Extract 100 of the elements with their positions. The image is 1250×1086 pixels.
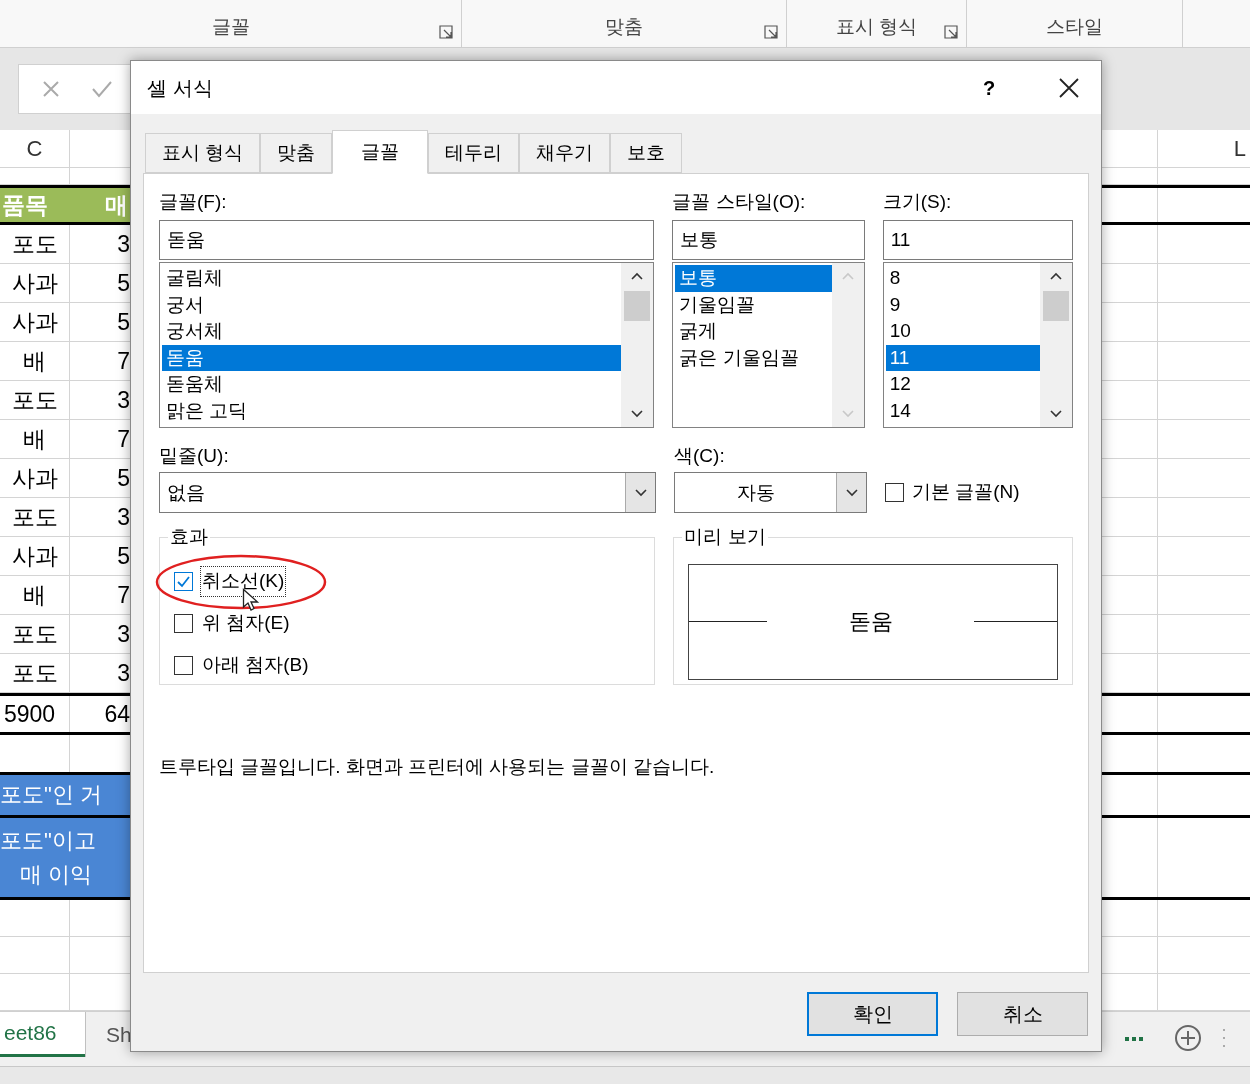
column-header[interactable]: L	[1158, 130, 1250, 167]
list-item[interactable]: 궁서체	[162, 318, 622, 345]
chevron-up-icon[interactable]	[630, 271, 645, 281]
table-cell: 포도	[0, 381, 70, 419]
dialog-button[interactable]: 취소	[957, 992, 1088, 1036]
table-cell: 포도	[0, 615, 70, 653]
table-cell: 배	[0, 420, 70, 458]
list-item[interactable]: 9	[885, 291, 1040, 318]
tab[interactable]: 채우기	[519, 133, 611, 173]
field-label: 크기(S):	[882, 190, 953, 214]
list-item[interactable]: 12	[885, 371, 1040, 398]
ribbon-group-label: 맞춤	[605, 14, 643, 39]
list-item[interactable]: 11	[885, 344, 1040, 371]
dialog-title: 셀 서식	[147, 75, 214, 101]
table-cell: 사과	[0, 537, 70, 575]
sheet-tab[interactable]: eet86	[0, 1012, 85, 1057]
table-cell-text: 3	[116, 385, 130, 415]
text-field[interactable]: 돋움	[159, 220, 655, 260]
chevron-down-icon[interactable]	[844, 487, 859, 498]
note-text: 매 이익	[19, 860, 94, 889]
checkbox[interactable]	[174, 614, 193, 633]
list-item[interactable]: 14	[885, 397, 1040, 424]
table-cell-text: 3	[116, 229, 130, 259]
preview-text: 돋움	[847, 608, 894, 636]
chevron-down-icon[interactable]	[1049, 409, 1063, 419]
dialog-button[interactable]: 확인	[807, 992, 938, 1036]
list-item[interactable]: 굴림체	[162, 265, 622, 292]
table-cell-text: 7	[116, 580, 130, 610]
table-cell-text: 5	[116, 541, 130, 571]
dialog-launcher-icon[interactable]	[439, 25, 453, 39]
total-cell: 5900	[0, 696, 70, 732]
ribbon-group-label: 스타일	[1046, 14, 1103, 39]
tab[interactable]: 보호	[610, 133, 683, 173]
more-icon[interactable]	[1124, 1036, 1144, 1042]
ribbon-group-label: 글꼴	[211, 14, 250, 39]
table-cell: 사과	[0, 264, 70, 302]
column-header[interactable]: C	[0, 130, 70, 167]
list-item[interactable]: 돋움	[162, 344, 622, 371]
help-button[interactable]: ?	[969, 72, 1009, 103]
checkbox-label[interactable]: 위 첨자(E)	[201, 609, 291, 638]
list-item[interactable]: 8	[885, 265, 1040, 292]
checkbox[interactable]	[174, 572, 193, 591]
checkbox[interactable]	[174, 656, 193, 675]
list-item[interactable]: 굵은 기울임꼴	[675, 344, 832, 371]
header-text: 품목	[2, 190, 48, 220]
group-label: 미리 보기	[683, 525, 767, 549]
text-field[interactable]: 11	[882, 220, 1073, 260]
table-cell-text: 3	[116, 658, 130, 688]
scrollbar-thumb[interactable]	[1043, 291, 1069, 321]
tab[interactable]: 테두리	[428, 133, 520, 173]
header-text: 매	[105, 190, 128, 220]
scrollbar-thumb[interactable]	[624, 291, 651, 321]
list-item[interactable]: 맑은 고딕	[162, 397, 622, 424]
table-cell-text: 5	[116, 463, 130, 493]
table-cell: 포도	[0, 225, 70, 263]
list-item[interactable]: 궁서	[162, 291, 622, 318]
text-field[interactable]: 보통	[672, 220, 865, 260]
table-cell: 사과	[0, 303, 70, 341]
chevron-up-icon[interactable]	[1049, 271, 1063, 281]
table-cell-text: 3	[116, 619, 130, 649]
field-label: 글꼴 스타일(O):	[672, 190, 807, 214]
font-description: 트루타입 글꼴입니다. 화면과 프린터에 사용되는 글꼴이 같습니다.	[159, 755, 716, 779]
note-text: 포도"인 거	[0, 781, 103, 809]
chevron-down-icon[interactable]	[633, 487, 648, 498]
list-item[interactable]: 기울임꼴	[675, 291, 832, 318]
table-cell: 배	[0, 576, 70, 614]
check-icon[interactable]	[91, 79, 113, 99]
table-cell: 포도	[0, 654, 70, 692]
note-text: 포도"이고	[0, 826, 97, 855]
dialog-launcher-icon[interactable]	[944, 25, 958, 39]
checkbox-label[interactable]: 기본 글꼴(N)	[912, 478, 1020, 507]
checkbox-label[interactable]: 아래 첨자(B)	[201, 651, 310, 680]
table-cell: 포도	[0, 498, 70, 536]
table-cell-text: 5	[116, 268, 130, 298]
ribbon-group-label: 표시 형식	[835, 14, 918, 39]
dropdown[interactable]: 자동	[674, 472, 867, 513]
table-cell-text: 5	[116, 307, 130, 337]
close-icon[interactable]	[1059, 77, 1079, 98]
tab[interactable]: 표시 형식	[145, 133, 261, 173]
group-label: 효과	[169, 525, 209, 549]
dialog-launcher-icon[interactable]	[764, 25, 778, 39]
list-item[interactable]: 10	[885, 318, 1040, 345]
scrollbar[interactable]	[621, 263, 654, 427]
tab[interactable]: 글꼴	[332, 130, 429, 174]
scrollbar[interactable]	[1040, 263, 1072, 427]
total-cell-text: 64	[103, 699, 130, 729]
list-item[interactable]: 돋움체	[162, 371, 622, 398]
field-label: 밑줄(U):	[159, 444, 230, 468]
dropdown[interactable]: 없음	[159, 472, 656, 513]
table-cell-text: 3	[116, 502, 130, 532]
tab[interactable]: 맞춤	[260, 133, 333, 173]
checkbox[interactable]	[885, 483, 904, 502]
field-label: 색(C):	[674, 444, 726, 468]
list-item[interactable]: 보통	[675, 265, 832, 292]
table-cell-text: 7	[116, 346, 130, 376]
chevron-down-icon[interactable]	[630, 409, 645, 419]
table-cell: 사과	[0, 459, 70, 497]
list-item[interactable]: 굵게	[675, 318, 832, 345]
add-sheet-icon[interactable]	[1174, 1024, 1202, 1052]
table-cell: 배	[0, 342, 70, 380]
